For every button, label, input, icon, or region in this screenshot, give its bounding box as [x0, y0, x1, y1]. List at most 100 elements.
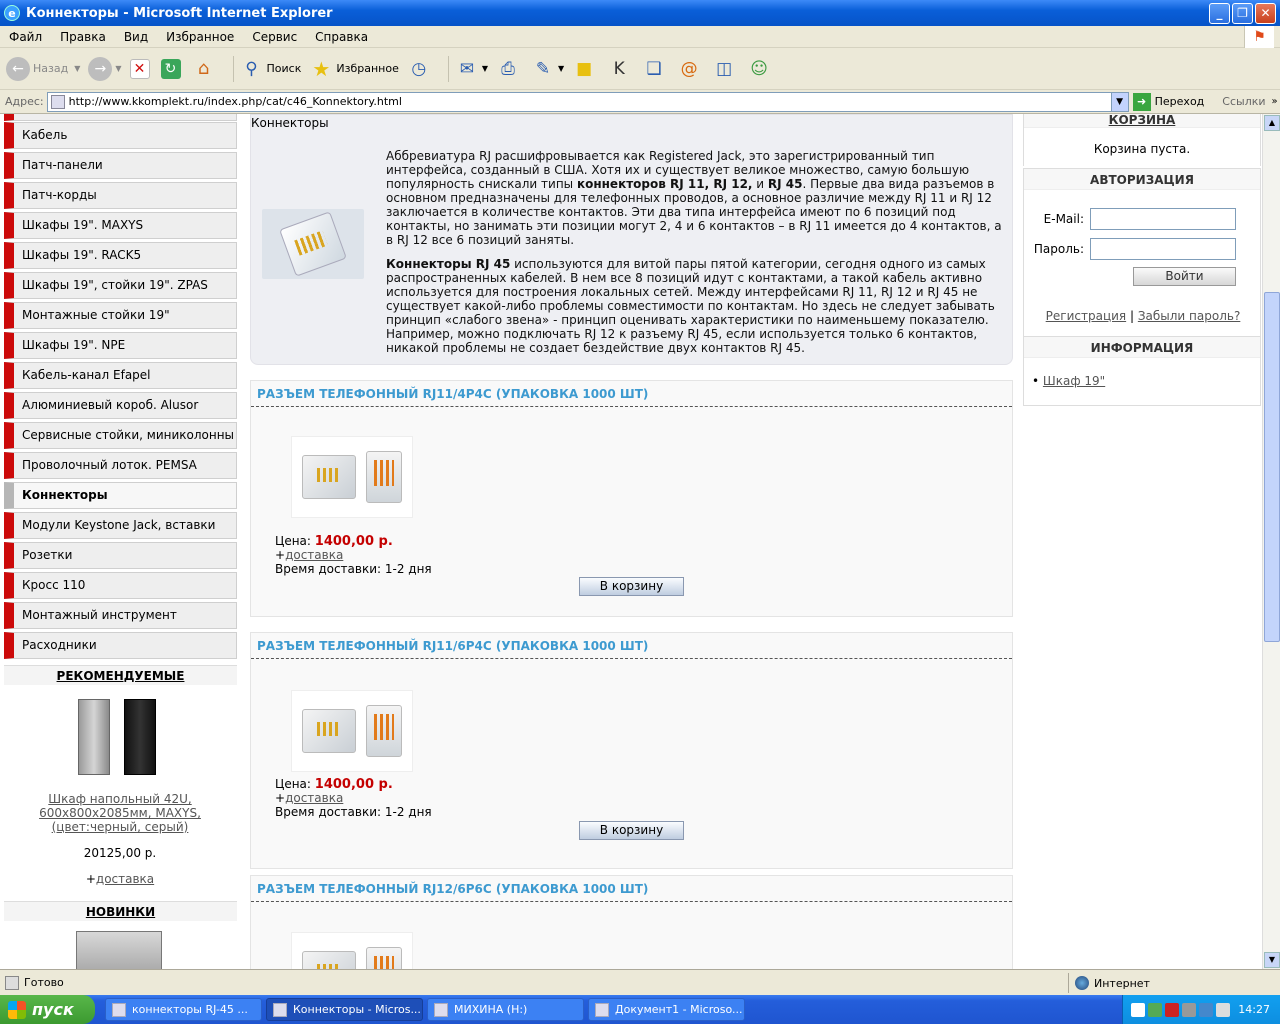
tray-app-icon[interactable]: [1216, 1002, 1230, 1017]
notes-button[interactable]: ■: [572, 57, 599, 81]
category-item[interactable]: Монтажный инструмент: [4, 602, 237, 629]
start-button[interactable]: пуск: [0, 995, 95, 1024]
taskbar-item[interactable]: МИХИНА (H:): [427, 998, 584, 1021]
close-button[interactable]: ✕: [1255, 3, 1276, 24]
taskbar-item-active[interactable]: Коннекторы - Micros...: [266, 998, 423, 1021]
language-icon[interactable]: [1199, 1002, 1213, 1017]
windows-logo-icon: ⚑: [1244, 26, 1274, 48]
product-title[interactable]: РАЗЪЕМ ТЕЛЕФОННЫЙ RJ11/4P4C (УПАКОВКА 10…: [251, 381, 1012, 407]
category-item[interactable]: Шкафы 19", стойки 19". ZPAS: [4, 272, 237, 299]
k-button[interactable]: K: [607, 57, 634, 81]
category-item[interactable]: Расходники: [4, 632, 237, 659]
at-icon: @: [680, 58, 698, 79]
links-button[interactable]: Ссылки: [1222, 95, 1265, 108]
research-button[interactable]: ◫: [712, 57, 739, 81]
menu-edit[interactable]: Правка: [51, 30, 115, 44]
taskbar-item-label: Коннекторы - Micros...: [293, 1003, 421, 1016]
text-bold: RJ 45: [767, 177, 803, 191]
delivery-link[interactable]: доставка: [285, 791, 343, 805]
tray-chevron-icon[interactable]: [1131, 1002, 1145, 1017]
password-field[interactable]: [1090, 238, 1236, 260]
auth-box: АВТОРИЗАЦИЯ E-Mail: Пароль: Войти Регист…: [1023, 168, 1261, 336]
menu-file[interactable]: Файл: [0, 30, 51, 44]
email-field[interactable]: [1090, 208, 1236, 230]
product-image[interactable]: [291, 436, 413, 518]
volume-icon[interactable]: [1182, 1002, 1196, 1017]
menu-favorites[interactable]: Избранное: [157, 30, 243, 44]
vertical-scrollbar[interactable]: ▲ ▼: [1262, 114, 1280, 969]
chevron-down-icon[interactable]: ▼: [1110, 92, 1128, 111]
category-item[interactable]: Розетки: [4, 542, 237, 569]
menu-tools[interactable]: Сервис: [243, 30, 306, 44]
favorites-button[interactable]: ★ Избранное: [309, 57, 398, 81]
scroll-down-icon[interactable]: ▼: [1264, 952, 1280, 968]
product-title[interactable]: РАЗЪЕМ ТЕЛЕФОННЫЙ RJ12/6P6C (УПАКОВКА 10…: [251, 876, 1012, 902]
menu-help[interactable]: Справка: [306, 30, 377, 44]
recommended-product-image[interactable]: [78, 699, 162, 775]
stop-button[interactable]: ✕: [129, 58, 153, 79]
category-item[interactable]: Шкафы 19". NPE: [4, 332, 237, 359]
search-button[interactable]: ⚲ Поиск: [240, 57, 301, 81]
category-item[interactable]: Алюминиевый короб. Alusor: [4, 392, 237, 419]
category-item[interactable]: Кабель: [4, 122, 237, 149]
category-item[interactable]: Монтажные стойки 19": [4, 302, 237, 329]
history-button[interactable]: ◷: [407, 57, 434, 81]
taskbar-item[interactable]: Документ1 - Microso...: [588, 998, 745, 1021]
antivirus-icon[interactable]: [1165, 1002, 1179, 1017]
scroll-up-icon[interactable]: ▲: [1264, 115, 1280, 131]
login-button[interactable]: Войти: [1133, 267, 1236, 286]
discuss-button[interactable]: ❑: [642, 57, 669, 81]
email-at-button[interactable]: @: [677, 57, 704, 81]
scrollbar-thumb[interactable]: [1264, 292, 1280, 642]
edit-button[interactable]: ✎ ▼: [531, 57, 564, 81]
category-item[interactable]: Модули Keystone Jack, вставки: [4, 512, 237, 539]
category-item[interactable]: Патч-панели: [4, 152, 237, 179]
add-to-cart-button[interactable]: В корзину: [579, 821, 684, 840]
product-image[interactable]: [291, 690, 413, 772]
address-input[interactable]: http://www.kkomplekt.ru/index.php/cat/c4…: [46, 91, 1129, 112]
product-title[interactable]: РАЗЪЕМ ТЕЛЕФОННЫЙ RJ11/6P4C (УПАКОВКА 10…: [251, 633, 1012, 659]
plus-sign: +: [275, 548, 286, 562]
category-item[interactable]: Патч-корды: [4, 182, 237, 209]
recommended-product-link[interactable]: Шкаф напольный 42U, 600x800x2085мм, MAXY…: [30, 792, 210, 834]
text-bold: Коннекторы RJ 45: [386, 257, 511, 271]
add-to-cart-button[interactable]: В корзину: [579, 577, 684, 596]
back-button[interactable]: ← Назад ▼: [6, 56, 80, 81]
clock[interactable]: 14:27: [1238, 1003, 1270, 1016]
category-item-active[interactable]: Коннекторы: [4, 482, 237, 509]
minimize-button[interactable]: _: [1209, 3, 1230, 24]
print-button[interactable]: ⎙: [496, 57, 523, 81]
category-item[interactable]: Проволочный лоток. PEMSA: [4, 452, 237, 479]
toolbar-separator: [232, 55, 234, 82]
messenger-button[interactable]: ☺: [747, 57, 774, 81]
recommended-title[interactable]: РЕКОМЕНДУЕМЫЕ: [4, 665, 237, 685]
delivery-time: Время доставки: 1-2 дня: [275, 562, 432, 576]
info-link[interactable]: Шкаф 19": [1043, 374, 1105, 388]
product-image[interactable]: [291, 932, 413, 969]
category-item[interactable]: Шкафы 19". MAXYS: [4, 212, 237, 239]
menu-view[interactable]: Вид: [115, 30, 157, 44]
new-product-image[interactable]: [76, 931, 162, 969]
refresh-button[interactable]: ↻: [160, 58, 184, 79]
home-button[interactable]: ⌂: [192, 57, 219, 81]
go-button[interactable]: ➜ Переход: [1132, 92, 1204, 111]
maximize-button[interactable]: ❐: [1232, 3, 1253, 24]
ie-window-icon: [112, 1002, 126, 1017]
category-item[interactable]: Кросс 110: [4, 572, 237, 599]
register-link[interactable]: Регистрация: [1046, 309, 1126, 323]
category-item[interactable]: Шкафы 19". RACK5: [4, 242, 237, 269]
new-title[interactable]: НОВИНКИ: [4, 901, 237, 921]
mail-button[interactable]: ✉ ▼: [455, 57, 488, 81]
recommended-price: 20125,00 р.: [83, 846, 157, 860]
category-item[interactable]: Сервисные стойки, миниколонны: [4, 422, 237, 449]
taskbar-item[interactable]: коннекторы RJ-45 ...: [105, 998, 262, 1021]
globe-icon: [1075, 976, 1089, 990]
forgot-password-link[interactable]: Забыли пароль?: [1138, 309, 1240, 323]
category-item[interactable]: Кабель-канал Efapel: [4, 362, 237, 389]
delivery-link[interactable]: доставка: [285, 548, 343, 562]
network-icon[interactable]: [1148, 1002, 1162, 1017]
recommended-delivery-link[interactable]: доставка: [96, 872, 154, 886]
forward-button[interactable]: → ▼: [88, 56, 122, 81]
status-text: Готово: [24, 976, 64, 989]
chevrons-icon[interactable]: »: [1272, 96, 1278, 107]
